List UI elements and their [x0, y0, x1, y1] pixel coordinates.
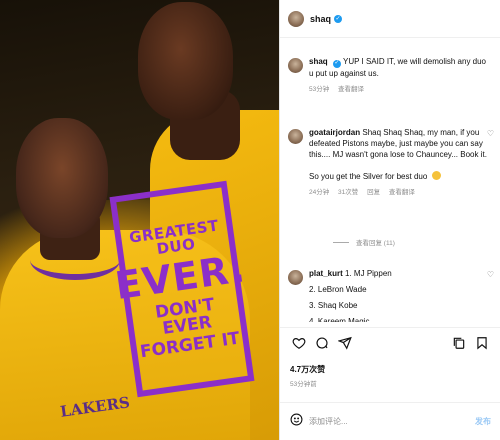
comment-body: goatairjordan Shaq Shaq Shaq, my man, if…: [309, 127, 487, 198]
comment-item: goatairjordan Shaq Shaq Shaq, my man, if…: [288, 127, 494, 198]
comment-username[interactable]: plat_kurt: [309, 269, 343, 278]
player-tall-head: [138, 2, 233, 120]
post-header: shaq ✓: [280, 0, 500, 38]
comment-line-3: 3. Shaq Kobe: [309, 301, 358, 310]
post-side-panel: shaq ✓ shaq ✓ YUP I SAID IT, we will dem…: [279, 0, 500, 440]
replies-divider: [333, 241, 349, 243]
post-time: 53分钟前: [290, 381, 317, 388]
post-button[interactable]: 发布: [475, 416, 491, 427]
share-icon[interactable]: [336, 334, 354, 352]
comment-input[interactable]: [309, 417, 459, 426]
comment-time: 24分钟: [309, 189, 330, 196]
save-icon[interactable]: [473, 334, 491, 352]
jersey-collar: [30, 240, 120, 280]
caption-meta: 53分钟 查看翻译: [309, 84, 487, 95]
view-replies-label: 查看回复 (11): [356, 240, 395, 247]
caption-username[interactable]: shaq: [309, 57, 328, 66]
comment-icon[interactable]: [313, 334, 331, 352]
comment-line-2: 2. LeBron Wade: [309, 285, 367, 294]
comment-text-2-content: So you get the Silver for best duo: [309, 172, 428, 181]
comment-reply-link[interactable]: 回复: [367, 189, 380, 196]
like-count[interactable]: 4.7万次赞: [290, 364, 325, 375]
caption-translate-link[interactable]: 查看翻译: [338, 86, 364, 93]
comment-body: plat_kurt 1. MJ Pippen 2. LeBron Wade 3.…: [309, 268, 487, 322]
comment-likes[interactable]: 31次赞: [338, 189, 358, 196]
header-username[interactable]: shaq: [310, 14, 331, 24]
caption-time: 53分钟: [309, 85, 330, 93]
comment-line-4: 4. Kareem Magic: [309, 317, 370, 322]
avatar[interactable]: [288, 58, 303, 73]
add-comment-bar: 发布: [280, 402, 500, 440]
comment-meta: 24分钟 31次赞 回复 查看翻译: [309, 187, 487, 198]
comment-username[interactable]: goatairjordan: [309, 128, 360, 137]
avatar[interactable]: [288, 10, 304, 27]
avatar[interactable]: [288, 270, 303, 285]
comment-line-1: 1. MJ Pippen: [345, 269, 392, 278]
player-front-head: [16, 118, 108, 238]
hugging-emoji-icon: [431, 171, 441, 180]
emoji-icon[interactable]: [290, 413, 303, 431]
comment-text-2: So you get the Silver for best duo: [309, 171, 487, 182]
comment-like-heart-icon[interactable]: ♡: [487, 129, 494, 138]
view-replies-link[interactable]: 查看回复 (11): [333, 237, 395, 247]
verified-icon: ✓: [334, 14, 343, 23]
verified-icon: ✓: [332, 59, 341, 68]
post-image[interactable]: LAKERS GREATEST DUO EVER. DON'T EVER FOR…: [0, 0, 279, 440]
caption-body: shaq ✓ YUP I SAID IT, we will demolish a…: [309, 56, 487, 95]
comment-translate-link[interactable]: 查看翻译: [389, 189, 415, 196]
comment-like-heart-icon[interactable]: ♡: [487, 270, 494, 279]
action-bar: [280, 327, 500, 357]
comment-item: plat_kurt 1. MJ Pippen 2. LeBron Wade 3.…: [288, 268, 494, 322]
copy-icon[interactable]: [450, 334, 468, 352]
heart-icon[interactable]: [290, 334, 308, 352]
caption: shaq ✓ YUP I SAID IT, we will demolish a…: [288, 56, 494, 95]
avatar[interactable]: [288, 129, 303, 144]
